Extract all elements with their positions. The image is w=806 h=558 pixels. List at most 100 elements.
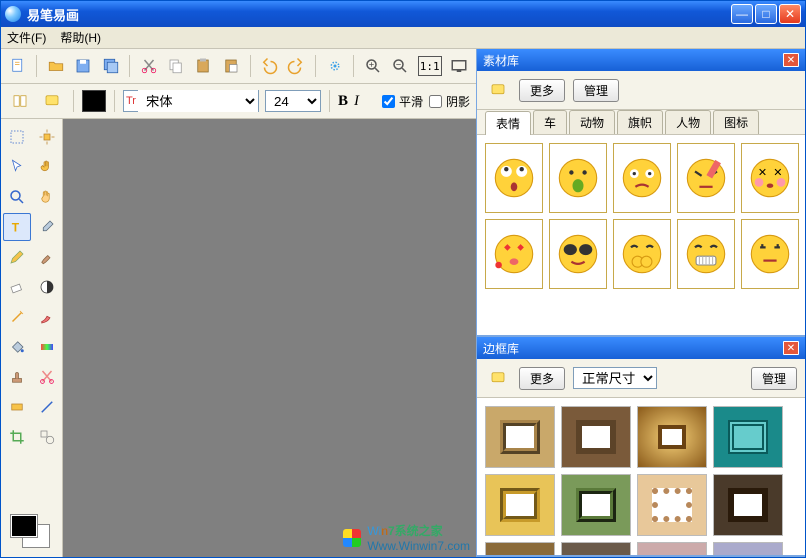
font-select[interactable]: 宋体 <box>138 90 258 112</box>
assets-note-icon[interactable] <box>485 77 511 103</box>
tool-pan[interactable] <box>33 183 61 211</box>
frames-note-icon[interactable] <box>485 365 511 391</box>
frames-panel-close-icon[interactable]: ✕ <box>783 341 799 355</box>
menu-file[interactable]: 文件(F) <box>7 29 46 46</box>
emoji-item[interactable] <box>677 143 735 213</box>
save-button[interactable] <box>73 53 94 79</box>
emoji-item[interactable]: ✕✕ <box>741 143 799 213</box>
tab-animal[interactable]: 动物 <box>569 110 615 134</box>
note-icon[interactable] <box>39 88 65 114</box>
font-size-select[interactable]: 24 <box>265 90 321 112</box>
tool-hand[interactable] <box>33 153 61 181</box>
assets-tabs: 表情 车 动物 旗帜 人物 图标 <box>477 110 805 135</box>
paste-special-button[interactable] <box>220 53 241 79</box>
tool-contrast[interactable] <box>33 273 61 301</box>
frame-item[interactable] <box>561 406 631 468</box>
emoji-item[interactable] <box>485 219 543 289</box>
frame-item[interactable] <box>637 474 707 536</box>
tab-flag[interactable]: 旗帜 <box>617 110 663 134</box>
smooth-checkbox[interactable]: 平滑 <box>382 93 423 110</box>
title-bar: 易笔易画 — □ ✕ <box>1 1 805 27</box>
frame-item[interactable] <box>713 542 783 555</box>
zoom-out-button[interactable] <box>389 53 410 79</box>
tool-stamp[interactable] <box>3 363 31 391</box>
paste-button[interactable] <box>193 53 214 79</box>
editor-pane: 1:1 Tr 宋体 24 B <box>1 49 477 557</box>
tool-eyedropper[interactable] <box>33 213 61 241</box>
new-button[interactable] <box>7 53 28 79</box>
maximize-button[interactable]: □ <box>755 4 777 24</box>
frame-item[interactable] <box>713 406 783 468</box>
emoji-item[interactable] <box>613 219 671 289</box>
tool-wand[interactable] <box>3 303 31 331</box>
fit-screen-button[interactable] <box>449 53 470 79</box>
tool-crop[interactable] <box>3 423 31 451</box>
tool-smudge[interactable] <box>33 303 61 331</box>
text-color-swatch[interactable] <box>82 90 106 112</box>
tab-person[interactable]: 人物 <box>665 110 711 134</box>
redo-button[interactable] <box>286 53 307 79</box>
saveas-button[interactable] <box>100 53 121 79</box>
frame-item[interactable] <box>637 406 707 468</box>
frame-item[interactable] <box>561 542 631 555</box>
tab-icon[interactable]: 图标 <box>713 110 759 134</box>
tool-marquee[interactable] <box>3 123 31 151</box>
frame-item[interactable] <box>561 474 631 536</box>
frames-manage-button[interactable]: 管理 <box>751 367 797 390</box>
emoji-item[interactable] <box>485 143 543 213</box>
bold-button[interactable]: B <box>338 93 348 110</box>
emoji-item[interactable] <box>741 219 799 289</box>
frames-grid <box>485 406 797 555</box>
tool-gradient[interactable] <box>33 333 61 361</box>
tool-pointer[interactable] <box>3 153 31 181</box>
assets-panel-close-icon[interactable]: ✕ <box>783 53 799 67</box>
menu-help[interactable]: 帮助(H) <box>60 29 101 46</box>
tool-pencil[interactable] <box>3 243 31 271</box>
tool-target[interactable] <box>33 123 61 151</box>
tool-zoom[interactable] <box>3 183 31 211</box>
cut-button[interactable] <box>138 53 159 79</box>
assets-more-button[interactable]: 更多 <box>519 79 565 102</box>
minimize-button[interactable]: — <box>731 4 753 24</box>
tool-eraser[interactable] <box>3 273 31 301</box>
tool-scissor[interactable] <box>33 363 61 391</box>
color-picker[interactable] <box>3 509 60 553</box>
tool-text[interactable]: T <box>3 213 31 241</box>
font-prefix-icon: Tr <box>124 95 138 107</box>
frame-item[interactable] <box>713 474 783 536</box>
window-title: 易笔易画 <box>27 5 731 24</box>
tab-car[interactable]: 车 <box>533 110 567 134</box>
foreground-color-swatch[interactable] <box>11 515 37 537</box>
emoji-grid: ✕✕ <box>485 143 797 289</box>
frame-item[interactable] <box>485 474 555 536</box>
frame-item[interactable] <box>637 542 707 555</box>
settings-button[interactable] <box>324 53 345 79</box>
emoji-item[interactable] <box>549 219 607 289</box>
frames-size-select[interactable]: 正常尺寸 <box>573 367 657 389</box>
italic-button[interactable]: I <box>354 93 359 110</box>
zoom-ratio-button[interactable]: 1:1 <box>417 53 443 79</box>
emoji-item[interactable] <box>613 143 671 213</box>
undo-button[interactable] <box>258 53 279 79</box>
canvas-area[interactable]: Win7系统之家 Www.Winwin7.com <box>63 119 476 557</box>
tool-shape[interactable] <box>33 423 61 451</box>
book-icon[interactable] <box>7 88 33 114</box>
tool-bucket[interactable] <box>3 333 31 361</box>
emoji-item[interactable] <box>549 143 607 213</box>
tool-line[interactable] <box>33 393 61 421</box>
tab-emoji[interactable]: 表情 <box>485 111 531 135</box>
copy-button[interactable] <box>165 53 186 79</box>
svg-text:T: T <box>11 221 19 235</box>
open-button[interactable] <box>45 53 66 79</box>
frames-more-button[interactable]: 更多 <box>519 367 565 390</box>
assets-manage-button[interactable]: 管理 <box>573 79 619 102</box>
emoji-item[interactable] <box>677 219 735 289</box>
frame-item[interactable] <box>485 542 555 555</box>
zoom-in-button[interactable] <box>362 53 383 79</box>
frame-item[interactable] <box>485 406 555 468</box>
shadow-checkbox[interactable]: 阴影 <box>429 93 470 110</box>
tool-brush[interactable] <box>33 243 61 271</box>
tool-rect[interactable] <box>3 393 31 421</box>
menu-bar: 文件(F) 帮助(H) <box>1 27 805 49</box>
close-button[interactable]: ✕ <box>779 4 801 24</box>
